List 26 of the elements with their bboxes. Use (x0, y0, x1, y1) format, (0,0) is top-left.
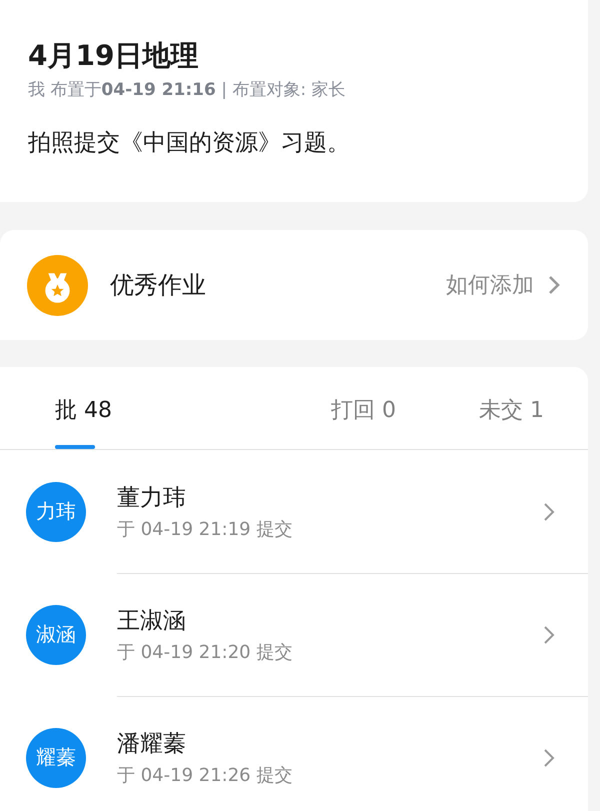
chevron-right-icon (548, 275, 560, 295)
submit-time: 于 04-19 21:26 提交 (117, 764, 294, 787)
student-name: 潘耀蓁 (117, 730, 187, 759)
assignment-title: 4月19日地理 (28, 38, 200, 74)
student-name: 董力玮 (117, 484, 187, 513)
excellent-work-label: 优秀作业 (110, 270, 207, 301)
avatar: 耀蓁 (26, 728, 86, 788)
avatar: 淑涵 (26, 604, 86, 664)
tab[interactable]: 打回 0 (331, 367, 479, 449)
submit-time: 于 04-19 21:20 提交 (117, 641, 294, 664)
medal-icon (27, 254, 88, 316)
excellent-work-card[interactable]: 优秀作业 如何添加 (0, 230, 588, 340)
chevron-right-icon (543, 748, 555, 768)
chevron-right-icon (543, 624, 555, 644)
tab-indicator (55, 445, 95, 449)
tab[interactable]: 批 48 (55, 367, 331, 449)
submit-time: 于 04-19 21:19 提交 (117, 518, 294, 541)
student-name: 王淑涵 (117, 607, 187, 636)
submission-row[interactable]: 淑涵 王淑涵 于 04-19 21:20 提交 (0, 573, 588, 696)
assignment-meta: 我 布置于04-19 21:16 | 布置对象: 家长 (28, 79, 346, 101)
avatar: 力玮 (26, 482, 86, 542)
assignment-description: 拍照提交《中国的资源》习题。 (28, 129, 351, 158)
chevron-right-icon (543, 502, 555, 522)
submission-row[interactable]: 耀蓁 潘耀蓁 于 04-19 21:26 提交 (0, 696, 588, 811)
tab[interactable]: 未交 1 (479, 367, 544, 449)
submission-row[interactable]: 力玮 董力玮 于 04-19 21:19 提交 (0, 450, 588, 573)
